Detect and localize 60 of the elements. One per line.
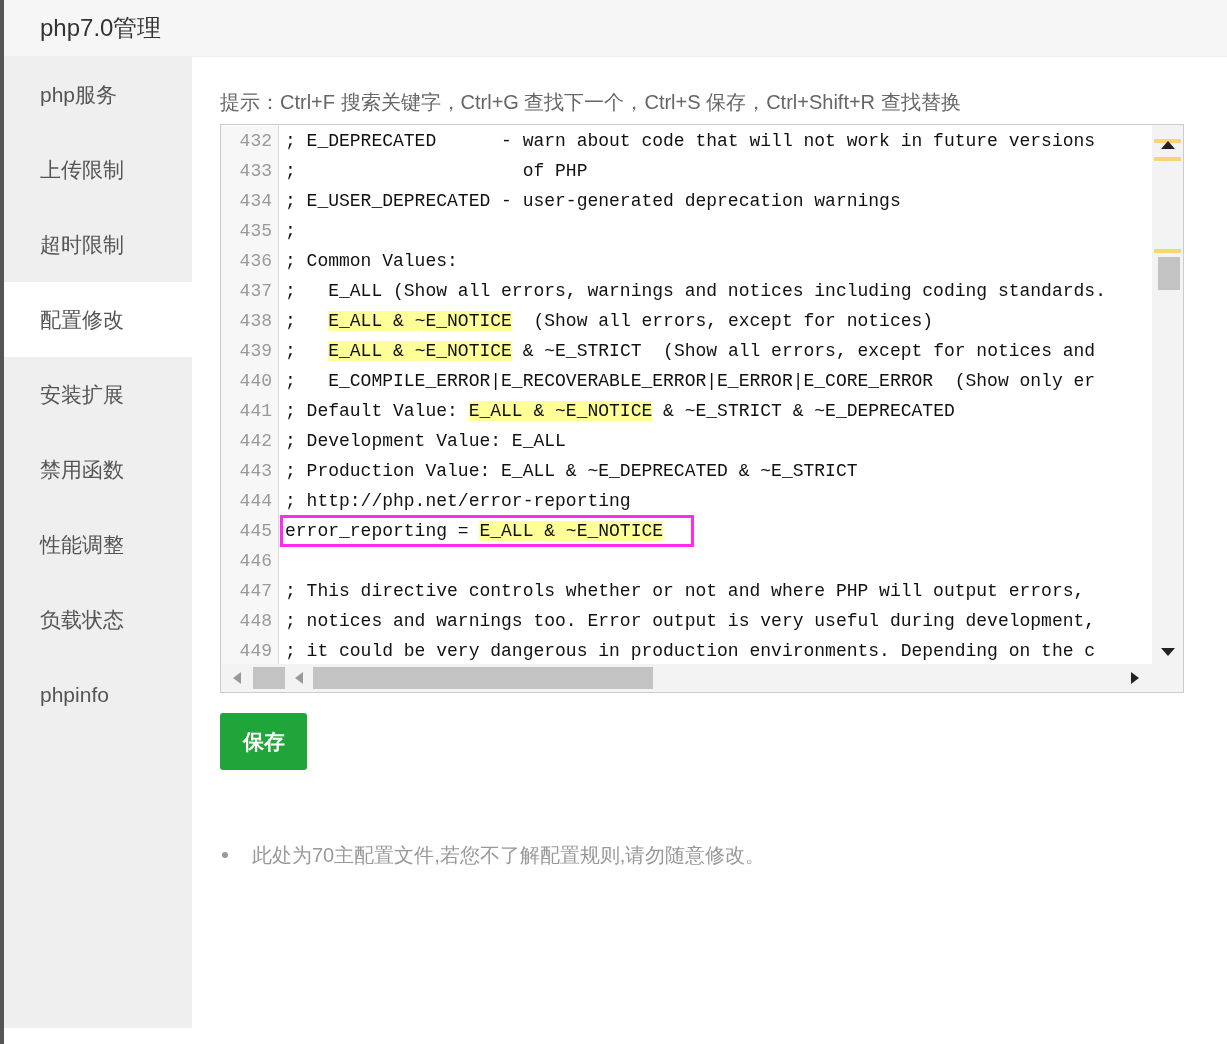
line-number: 434 <box>221 186 279 216</box>
line-number: 438 <box>221 306 279 336</box>
sidebar-item[interactable]: php服务 <box>4 57 192 132</box>
line-number: 439 <box>221 336 279 366</box>
line-number: 448 <box>221 606 279 636</box>
vertical-scrollbar[interactable] <box>1152 125 1183 664</box>
code-line: ; <box>285 220 296 243</box>
match-marker <box>1154 157 1181 161</box>
hint-text: 提示：Ctrl+F 搜索关键字，Ctrl+G 查找下一个，Ctrl+S 保存，Ctrl+Shift+R 查找替换 <box>220 90 962 115</box>
note-text: 此处为70主配置文件,若您不了解配置规则,请勿随意修改。 <box>252 843 766 868</box>
code-line: ; E_ALL & ~E_NOTICE & ~E_STRICT (Show all errors, except for notices and <box>285 340 1096 363</box>
code-line: ; Development Value: E_ALL <box>285 430 566 453</box>
code-line: ; E_ALL (Show all errors, warnings and notices including coding standards. <box>285 280 1106 303</box>
code-line: ; of PHP <box>285 160 588 183</box>
code-line: ; This directive controls whether or not and where PHP will output errors, <box>285 580 1085 603</box>
code-line: ; Production Value: E_ALL & ~E_DEPRECATED & ~E_STRICT <box>285 460 858 483</box>
code-line: ; Common Values: <box>285 250 458 273</box>
code-line: ; E_USER_DEPRECATED - user-generated deprecation warnings <box>285 190 901 213</box>
scroll-right-icon[interactable] <box>1131 672 1139 684</box>
window-title: php7.0管理 <box>40 13 162 43</box>
code-line: ; it could be very dangerous in production environments. Depending on the c <box>285 640 1096 663</box>
line-number: 435 <box>221 216 279 246</box>
sidebar-item[interactable]: 安装扩展 <box>4 357 192 432</box>
sidebar-item[interactable]: 超时限制 <box>4 207 192 282</box>
sidebar-item[interactable]: 禁用函数 <box>4 432 192 507</box>
bullet-icon <box>222 852 228 858</box>
code-line: ; Default Value: E_ALL & ~E_NOTICE & ~E_STRICT & ~E_DEPRECATED <box>285 400 955 423</box>
sidebar-item[interactable]: 负载状态 <box>4 582 192 657</box>
line-number: 446 <box>221 546 279 576</box>
scroll-left-icon[interactable] <box>233 672 241 684</box>
code-line: ; http://php.net/error-reporting <box>285 490 631 513</box>
line-number: 440 <box>221 366 279 396</box>
code-line: ; notices and warnings too. Error output is very useful during development, <box>285 610 1096 633</box>
line-number: 432 <box>221 126 279 156</box>
line-number: 444 <box>221 486 279 516</box>
line-number: 447 <box>221 576 279 606</box>
sidebar-item[interactable]: 配置修改 <box>4 282 192 357</box>
sidebar-item[interactable]: phpinfo <box>4 657 192 732</box>
scroll-up-icon[interactable] <box>1161 141 1175 149</box>
code-line: ; E_DEPRECATED - warn about code that will not work in future versions <box>285 130 1096 153</box>
code-line: ; E_ALL & ~E_NOTICE (Show all errors, except for notices) <box>285 310 934 333</box>
match-marker <box>1154 139 1181 143</box>
line-number: 449 <box>221 636 279 664</box>
line-number: 442 <box>221 426 279 456</box>
sidebar-item[interactable]: 性能调整 <box>4 507 192 582</box>
line-number: 443 <box>221 456 279 486</box>
sidebar-item[interactable]: 上传限制 <box>4 132 192 207</box>
scrollbar-thumb[interactable] <box>253 667 285 689</box>
line-number: 445 <box>221 516 279 546</box>
line-number: 433 <box>221 156 279 186</box>
match-marker <box>1154 249 1181 253</box>
scrollbar-thumb[interactable] <box>1158 257 1180 290</box>
scroll-left-icon[interactable] <box>295 672 303 684</box>
code-line: ; E_COMPILE_ERROR|E_RECOVERABLE_ERROR|E_ERROR|E_CORE_ERROR (Show only er <box>285 370 1096 393</box>
scroll-down-icon[interactable] <box>1161 648 1175 656</box>
line-number: 436 <box>221 246 279 276</box>
line-number: 441 <box>221 396 279 426</box>
line-number: 437 <box>221 276 279 306</box>
horizontal-scrollbar[interactable] <box>221 664 1183 692</box>
scrollbar-thumb[interactable] <box>313 667 653 689</box>
